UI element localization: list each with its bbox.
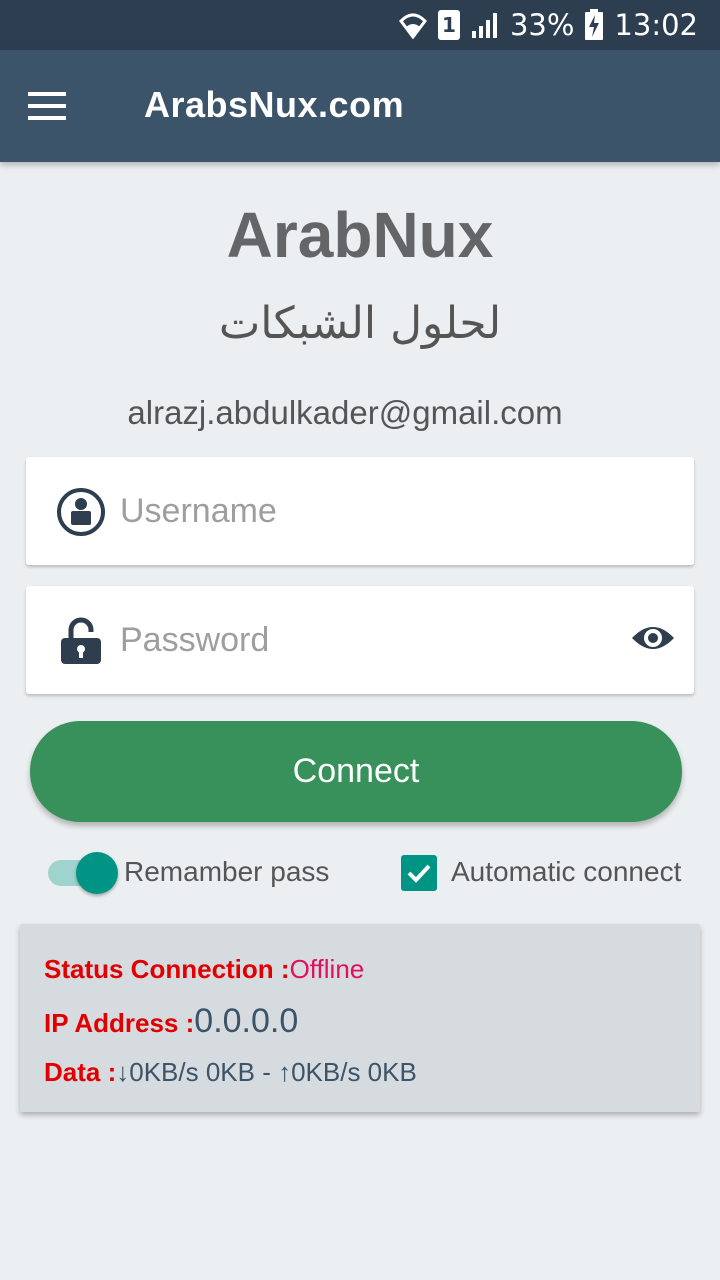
wifi-icon xyxy=(398,13,427,39)
automatic-connect-checkbox[interactable] xyxy=(401,855,437,891)
sim-icon: 1 xyxy=(437,10,460,40)
signal-icon xyxy=(471,13,497,38)
connect-button[interactable]: Connect xyxy=(30,721,682,822)
clock: 13:02 xyxy=(614,8,698,42)
data-row: Data :↓0KB/s 0KB - ↑0KB/s 0KB xyxy=(44,1057,417,1088)
data-value: ↓0KB/s 0KB - ↑0KB/s 0KB xyxy=(116,1057,417,1087)
password-field xyxy=(26,586,694,694)
connection-status-card: Status Connection :Offline IP Address :0… xyxy=(20,924,700,1112)
password-input[interactable] xyxy=(120,612,600,668)
user-circle-icon xyxy=(57,488,105,536)
checkmark-icon xyxy=(407,864,431,883)
brand-subtitle: لحلول الشبكات xyxy=(218,298,502,349)
status-value: Offline xyxy=(289,954,365,984)
username-input[interactable] xyxy=(120,483,600,539)
ip-value: 0.0.0.0 xyxy=(194,1002,299,1040)
username-field xyxy=(26,457,694,565)
ip-label: IP Address : xyxy=(44,1008,195,1038)
data-label: Data : xyxy=(44,1057,117,1087)
status-row: Status Connection :Offline xyxy=(44,954,364,985)
status-label: Status Connection : xyxy=(44,954,290,984)
brand-title: ArabNux xyxy=(226,199,494,271)
hamburger-menu-icon[interactable] xyxy=(28,88,68,120)
status-bar: 1 33% 13:02 xyxy=(0,0,720,50)
automatic-connect-label: Automatic connect xyxy=(451,856,682,887)
battery-charging-icon xyxy=(585,9,604,40)
battery-percent: 33% xyxy=(509,8,575,42)
unlock-icon xyxy=(61,617,101,664)
contact-email: alrazj.abdulkader@gmail.com xyxy=(127,394,563,431)
ip-row: IP Address :0.0.0.0 xyxy=(44,1002,298,1041)
app-title: ArabsNux.com xyxy=(144,84,405,125)
remember-pass-label: Remamber pass xyxy=(124,856,330,887)
eye-icon[interactable] xyxy=(630,622,676,654)
app-bar: ArabsNux.com xyxy=(0,50,720,162)
remember-pass-toggle[interactable] xyxy=(46,852,118,894)
